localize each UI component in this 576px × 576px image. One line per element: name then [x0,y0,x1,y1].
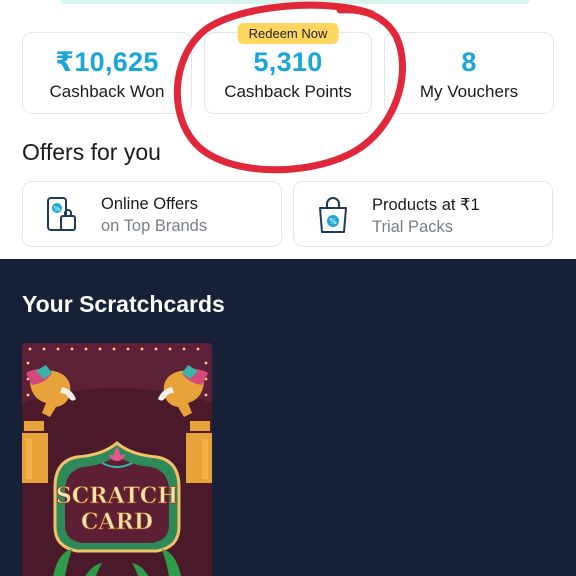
cashback-won-card[interactable]: ₹10,625 Cashback Won [22,32,192,114]
products-at-1-card[interactable]: % Products at ₹1 Trial Packs [293,181,553,247]
products-at-1-subtitle: Trial Packs [372,218,453,236]
svg-text:%: % [54,205,61,213]
stats-row: ₹10,625 Cashback Won Redeem Now 5,310 Ca… [22,23,554,114]
offers-title: Offers for you [22,139,161,165]
online-offers-title: Online Offers [101,195,198,213]
cashback-points-value: 5,310 [253,47,323,77]
my-vouchers-label: My Vouchers [419,82,519,101]
scratch-card-line1: SCRATCH [56,483,178,509]
scratch-card[interactable]: SCRATCH CARD [22,343,212,576]
cashback-won-label: Cashback Won [49,82,165,101]
online-offers-subtitle: on Top Brands [101,217,208,235]
products-at-1-title: Products at ₹1 [372,196,480,214]
svg-text:%: % [329,217,337,226]
online-offers-card[interactable]: % Online Offers on Top Brands [22,181,282,247]
cashback-won-value: ₹10,625 [55,47,159,77]
scratchcards-title: Your Scratchcards [22,291,225,317]
scratchcards-section: Your Scratchcards SCRATCH CARD [0,259,576,576]
redeem-now-badge[interactable]: Redeem Now [237,23,339,44]
shopping-bag-icon: % [319,197,347,233]
cashback-points-label: Cashback Points [224,82,352,101]
top-strip [0,0,576,8]
my-vouchers-value: 8 [461,47,477,77]
my-vouchers-card[interactable]: 8 My Vouchers [384,32,554,114]
phone-bag-icon: % [47,197,76,231]
scratch-card-line2: CARD [81,509,153,535]
cashback-points-card[interactable]: Redeem Now 5,310 Cashback Points [204,23,372,114]
